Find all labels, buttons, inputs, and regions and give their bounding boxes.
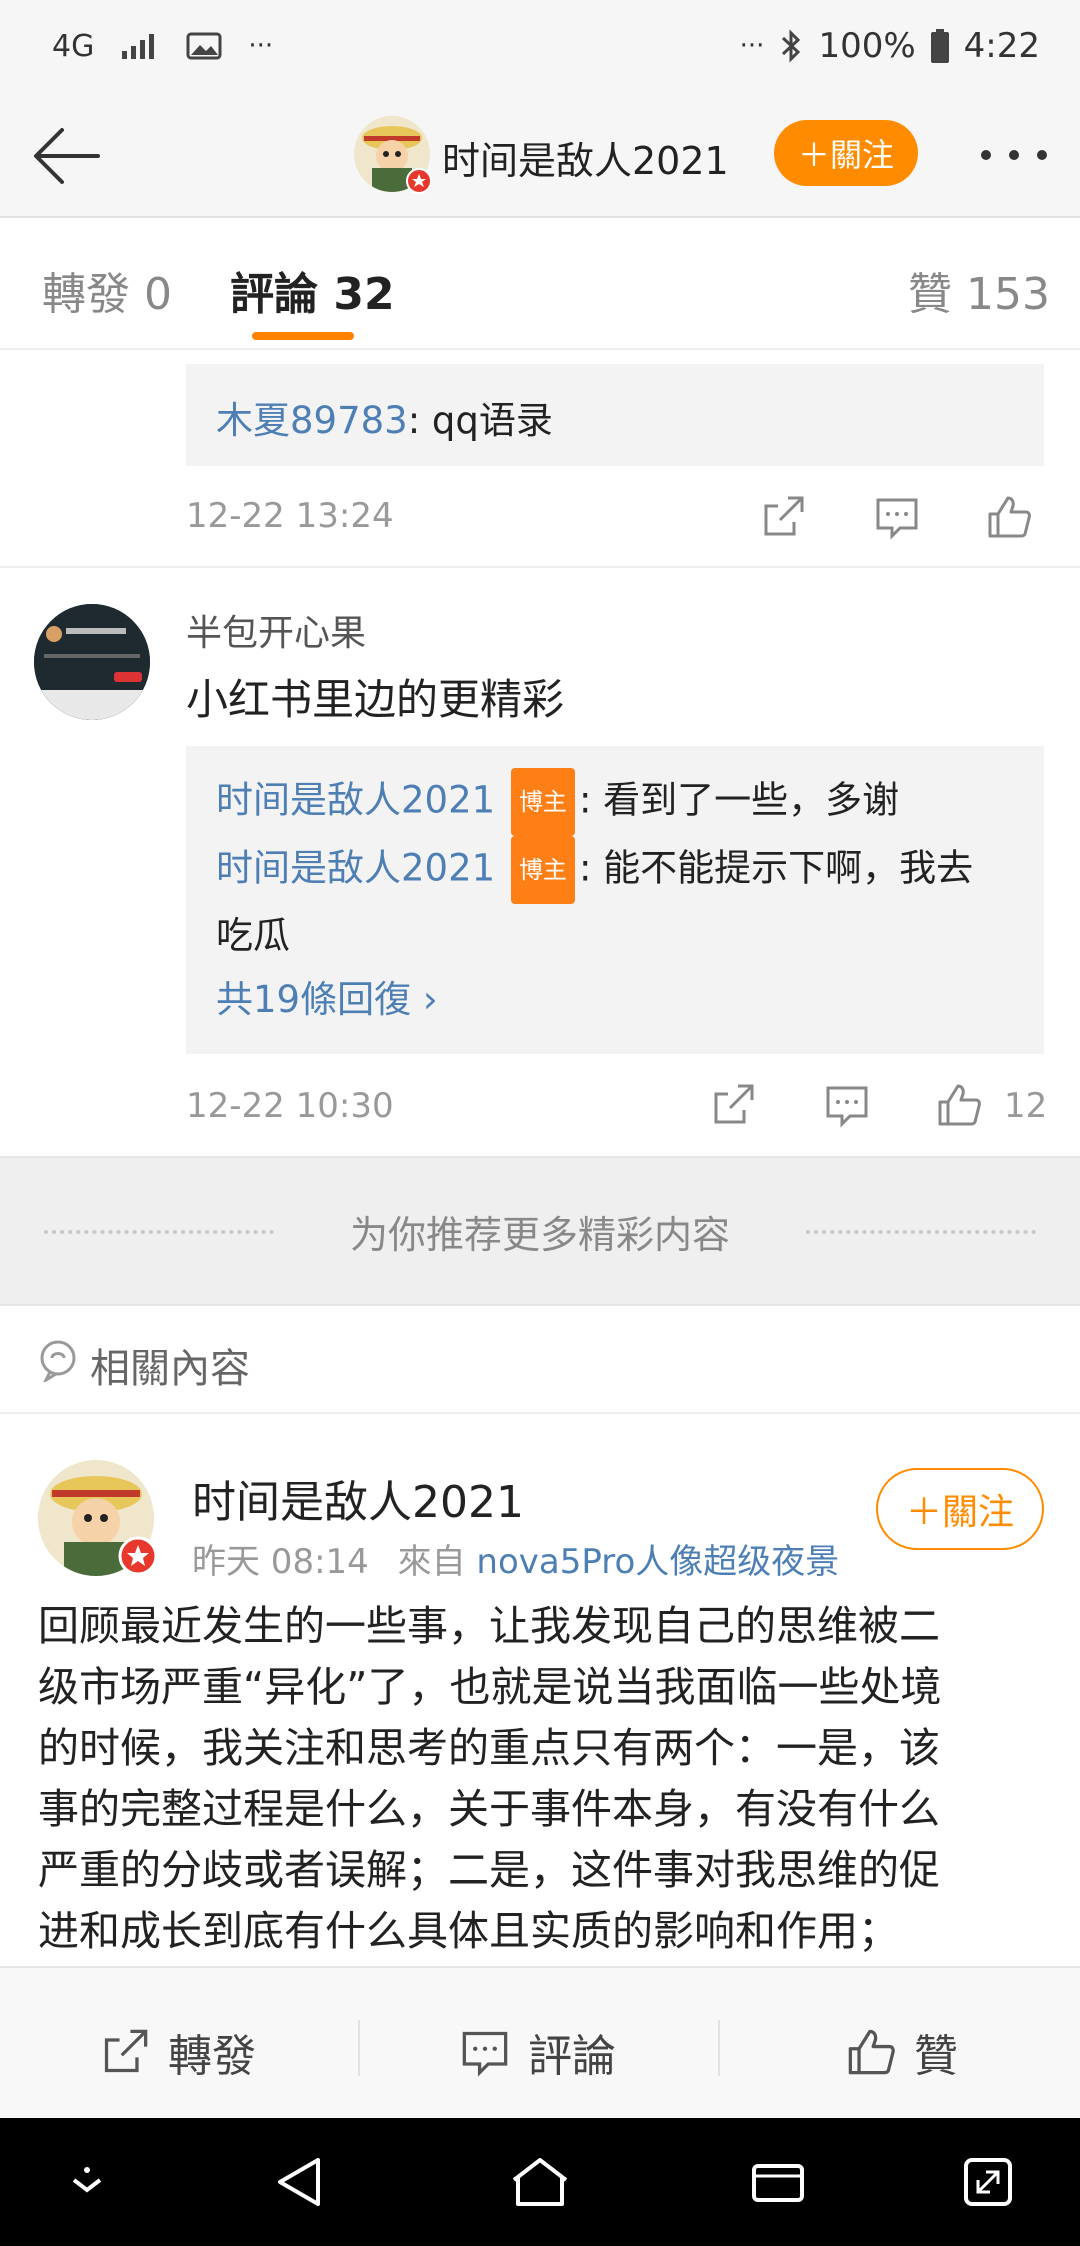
signal-icon: [122, 34, 155, 59]
verified-badge-icon: [118, 1536, 158, 1576]
status-bar: 4G ··· ··· 100% 4:22: [0, 0, 1080, 92]
verified-badge-icon: [406, 168, 432, 194]
tab-likes-count: 153: [966, 269, 1050, 320]
like-icon: [848, 2029, 895, 2075]
comment-label: 評論: [528, 2031, 616, 2082]
related-label: 相關內容: [90, 1346, 250, 1392]
reply-item[interactable]: 时间是敌人2021 博主: 看到了一些，多谢: [216, 768, 1014, 836]
reply-user[interactable]: 木夏89783: [216, 399, 408, 442]
nav-title[interactable]: 时间是敌人2021: [442, 130, 729, 185]
tab-bar: 轉發 0 評論 32 贊 153: [0, 220, 1080, 350]
recommend-divider: 为你推荐更多精彩内容: [0, 1156, 1080, 1306]
comment-time: 12-22 13:24: [186, 496, 394, 536]
tab-comments-count: 32: [333, 269, 395, 320]
recents-nav-icon[interactable]: [750, 2158, 806, 2208]
post-line: 严重的分歧或者误解；二是，这件事对我思维的促: [38, 1846, 940, 1894]
reply-preview[interactable]: 木夏89783: qq语录: [186, 364, 1044, 466]
post-line: 事的完整过程是什么，关于事件本身，有没有什么: [38, 1785, 940, 1833]
back-nav-icon[interactable]: [272, 2154, 328, 2210]
network-label: 4G: [52, 28, 95, 64]
post-line: 的时候，我关注和思考的重点只有两个：一是，该: [38, 1724, 940, 1772]
author-badge: 博主: [510, 768, 575, 836]
commenter-avatar[interactable]: [34, 604, 150, 720]
tab-likes[interactable]: 贊 153: [908, 258, 1050, 322]
author-badge: 博主: [510, 836, 575, 904]
reply-text: : 能不能提示下啊，我去: [578, 846, 974, 890]
more-replies-link[interactable]: 共19條回復 ›: [216, 968, 1014, 1032]
comment-icon[interactable]: [874, 494, 920, 540]
hide-keyboard-icon[interactable]: [62, 2162, 112, 2202]
comment-button[interactable]: 評論: [460, 2020, 616, 2084]
like-icon[interactable]: [936, 1082, 982, 1128]
comment-divider: [0, 566, 1080, 568]
bottom-action-bar: 轉發 評論 贊: [0, 1966, 1080, 2118]
post-follow-button[interactable]: ＋關注: [876, 1468, 1044, 1550]
status-more-right: ···: [739, 31, 765, 61]
post-source[interactable]: nova5Pro人像超级夜景: [476, 1542, 839, 1582]
like-icon[interactable]: [986, 494, 1032, 540]
post-time: 昨天 08:14: [192, 1542, 369, 1582]
back-arrow-icon[interactable]: [28, 118, 104, 194]
reply-text: : qq语录: [407, 399, 553, 442]
more-icon[interactable]: [976, 132, 1052, 178]
bluetooth-icon: [782, 29, 801, 63]
tab-comments[interactable]: 評論 32: [230, 258, 395, 322]
clock: 4:22: [963, 26, 1040, 66]
expand-icon[interactable]: [960, 2154, 1016, 2210]
tab-repost-label: 轉發: [42, 269, 130, 320]
post-author[interactable]: 时间是敌人2021: [192, 1466, 524, 1530]
divider: [358, 2020, 360, 2076]
replies-box[interactable]: 时间是敌人2021 博主: 看到了一些，多谢 时间是敌人2021 博主: 能不能…: [186, 746, 1044, 1054]
dotted-line-right: [806, 1230, 1036, 1234]
share-icon[interactable]: [760, 494, 806, 540]
tab-likes-label: 贊: [908, 269, 952, 320]
share-icon: [104, 2029, 148, 2073]
follow-button[interactable]: ＋關注: [774, 120, 918, 186]
commenter-name[interactable]: 半包开心果: [186, 604, 366, 656]
divider: [718, 2020, 720, 2076]
post-body[interactable]: 回顾最近发生的一些事，让我发现自己的思维被二 级市场严重“异化”了，也就是说当我…: [38, 1596, 1048, 1962]
repost-button[interactable]: 轉發: [100, 2020, 256, 2084]
battery-icon: [930, 29, 949, 63]
screen: 4G ··· ··· 100% 4:22 时间是敌人2021 ＋關注 轉發 0 …: [0, 0, 1080, 2246]
comment-icon[interactable]: [824, 1082, 870, 1128]
nav-bar: 时间是敌人2021 ＋關注: [0, 92, 1080, 218]
repost-label: 轉發: [168, 2031, 256, 2082]
reply-author[interactable]: 时间是敌人2021: [216, 847, 495, 890]
tab-indicator: [252, 332, 354, 340]
reply-item[interactable]: 时间是敌人2021 博主: 能不能提示下啊，我去 吃瓜: [216, 836, 1014, 968]
reply-author[interactable]: 时间是敌人2021: [216, 779, 495, 822]
share-icon[interactable]: [710, 1082, 756, 1128]
reply-text-cont: 吃瓜: [216, 914, 290, 957]
comment-text: 小红书里边的更精彩: [186, 675, 565, 724]
related-icon: [40, 1340, 76, 1382]
like-label: 贊: [914, 2031, 958, 2082]
source-prefix: 來自: [397, 1542, 466, 1582]
post-line: 进和成长到底有什么具体且实质的影响和作用；: [38, 1907, 899, 1955]
comment-time: 12-22 10:30: [186, 1086, 394, 1126]
reply-text: : 看到了一些，多谢: [578, 778, 900, 822]
related-header[interactable]: 相關內容: [0, 1306, 1080, 1414]
like-count: 12: [1004, 1086, 1048, 1126]
gallery-icon: [186, 32, 222, 60]
tab-repost-count: 0: [144, 269, 172, 320]
post-line: 级市场严重“异化”了，也就是说当我面临一些处境: [38, 1663, 942, 1711]
comment-icon: [462, 2031, 508, 2077]
battery-percent: 100%: [818, 26, 916, 66]
tab-repost[interactable]: 轉發 0: [42, 258, 172, 322]
home-nav-icon[interactable]: [508, 2154, 572, 2210]
tab-comments-label: 評論: [230, 269, 318, 320]
like-button[interactable]: 贊: [846, 2020, 958, 2084]
post-line: 回顾最近发生的一些事，让我发现自己的思维被二: [38, 1602, 940, 1650]
post-meta: 昨天 08:14 來自 nova5Pro人像超级夜景: [192, 1534, 839, 1583]
system-nav-bar: [0, 2118, 1080, 2246]
status-more: ···: [248, 31, 274, 61]
